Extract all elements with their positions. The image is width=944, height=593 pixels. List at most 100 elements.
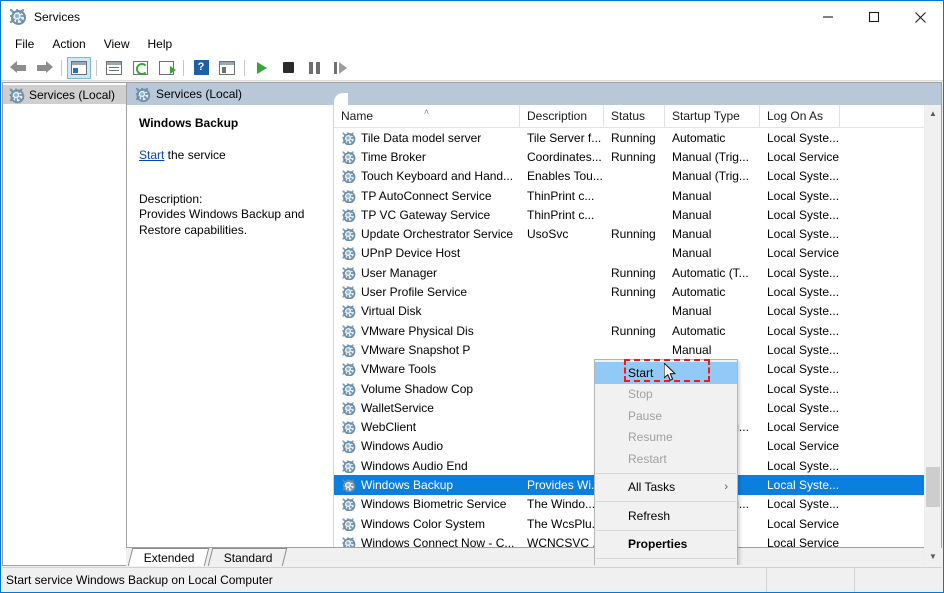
cell-startup: Manual (Trig... xyxy=(665,150,760,164)
column-header-description[interactable]: Description xyxy=(520,105,604,127)
table-row[interactable]: UPnP Device Host Manual Local Service xyxy=(334,244,941,263)
show-hide-console-tree-icon[interactable] xyxy=(67,56,91,79)
cell-text: The WcsPlu... xyxy=(527,516,602,531)
menu-item-resume: Resume xyxy=(595,427,737,449)
cell-logon: Local Service xyxy=(760,246,840,260)
cell-text: Local Syste... xyxy=(767,381,840,396)
column-header-name[interactable]: Name ˄ xyxy=(334,105,520,127)
menu-item-label: Stop xyxy=(628,387,653,402)
toolbar-separator xyxy=(183,59,184,76)
table-row[interactable]: Time Broker Coordinates... Running Manual (… xyxy=(334,147,941,166)
menu-item-pause: Pause xyxy=(595,405,737,427)
menu-item-all-tasks[interactable]: All Tasks › xyxy=(595,477,737,499)
cell-description: Provides Wi... xyxy=(520,478,604,492)
pause-service-icon[interactable] xyxy=(302,57,326,79)
table-row[interactable]: VMware Snapshot P Manual Local Syste... xyxy=(334,340,941,359)
cell-text: Local Service xyxy=(767,246,840,261)
table-row[interactable]: Virtual Disk Manual Local Syste... xyxy=(334,302,941,321)
cell-text: Volume Shadow Cop xyxy=(361,381,474,396)
cell-text: WebClient xyxy=(361,420,417,435)
scroll-down-button[interactable]: ▼ xyxy=(925,548,941,565)
cell-status: Running xyxy=(604,227,665,241)
menu-separator xyxy=(596,472,736,474)
tab-standard[interactable]: Standard xyxy=(207,548,287,566)
scroll-up-button[interactable]: ▲ xyxy=(925,105,941,122)
cell-name: Windows Color System xyxy=(334,517,520,531)
sort-ascending-icon: ˄ xyxy=(423,107,430,117)
export-list-icon[interactable] xyxy=(154,57,178,79)
table-row[interactable]: Update Orchestrator Service UsoSvc Running… xyxy=(334,224,941,243)
menu-item-refresh[interactable]: Refresh xyxy=(595,505,737,527)
toolbar-separator xyxy=(96,59,97,76)
table-row[interactable]: User Manager Running Automatic (T... Local … xyxy=(334,263,941,282)
back-arrow-icon[interactable] xyxy=(6,57,30,79)
menu-item-start[interactable]: Start xyxy=(595,359,737,384)
cell-name: Touch Keyboard and Hand... xyxy=(334,169,520,184)
cell-name: TP VC Gateway Service xyxy=(334,208,520,222)
service-gear-icon xyxy=(342,266,356,280)
cell-logon: Local Syste... xyxy=(760,324,840,338)
maximize-button[interactable] xyxy=(851,1,897,33)
cell-name: Tile Data model server xyxy=(334,131,520,145)
cell-status: Running xyxy=(604,324,665,338)
start-the-service-link[interactable]: Start xyxy=(139,148,164,162)
properties-window-icon[interactable] xyxy=(102,57,126,79)
cell-startup: Automatic (T... xyxy=(665,266,760,280)
menu-file[interactable]: File xyxy=(6,35,43,53)
menu-separator xyxy=(596,558,736,559)
cell-logon: Local Syste... xyxy=(760,208,840,222)
table-row[interactable]: Touch Keyboard and Hand... Enables Tou...… xyxy=(334,167,941,186)
table-row[interactable]: TP AutoConnect Service ThinPrint c... Manu… xyxy=(334,186,941,205)
column-header-label: Log On As xyxy=(767,109,824,123)
close-button[interactable] xyxy=(897,1,943,33)
service-gear-icon xyxy=(342,170,356,184)
column-header-log-on-as[interactable]: Log On As xyxy=(760,105,840,127)
tree-node-services-local[interactable]: Services (Local) xyxy=(3,85,126,104)
table-row[interactable]: User Profile Service Running Automatic Loca… xyxy=(334,282,941,301)
context-menu: Start Stop Pause Resume Restart All Tasks › Ref… xyxy=(594,359,738,565)
cell-startup: Automatic xyxy=(665,324,760,338)
column-header-label: Status xyxy=(611,109,646,123)
tab-extended[interactable]: Extended xyxy=(127,548,209,566)
menu-item-properties[interactable]: Properties xyxy=(595,534,737,556)
show-hide-action-pane-icon[interactable] xyxy=(215,57,239,79)
detail-description-text: Provides Windows Backup and Restore capa… xyxy=(139,207,305,238)
forward-arrow-icon[interactable] xyxy=(32,57,56,79)
scrollbar-thumb[interactable] xyxy=(926,467,940,507)
table-row[interactable]: TP VC Gateway Service ThinPrint c... Manua… xyxy=(334,205,941,224)
services-window: Services File Action View Help ? Service… xyxy=(0,0,944,593)
cell-text: User Manager xyxy=(361,265,438,280)
cell-text: Tile Server f... xyxy=(527,130,602,145)
cell-text: Windows Backup xyxy=(361,477,454,492)
menu-separator xyxy=(596,529,736,531)
service-gear-icon xyxy=(342,402,356,415)
menu-item-stop: Stop xyxy=(595,384,737,406)
table-row[interactable]: Tile Data model server Tile Server f... Ru… xyxy=(334,128,941,147)
start-service-icon[interactable] xyxy=(250,57,274,79)
table-row[interactable]: VMware Physical Dis Running Automatic Local… xyxy=(334,321,941,340)
cell-text: Running xyxy=(611,265,656,280)
cell-status: Running xyxy=(604,285,665,299)
cell-text: WalletService xyxy=(361,400,434,415)
cell-text: Local Syste... xyxy=(767,169,840,184)
cell-text: Local Syste... xyxy=(767,323,840,338)
cell-status: Running xyxy=(604,266,665,280)
menu-view[interactable]: View xyxy=(95,35,139,53)
minimize-button[interactable] xyxy=(805,1,851,33)
cell-startup: Manual (Trig... xyxy=(665,169,760,183)
cell-name: Windows Biometric Service xyxy=(334,497,520,512)
stop-service-icon[interactable] xyxy=(276,57,300,79)
cell-name: Windows Backup xyxy=(334,478,520,492)
menu-action[interactable]: Action xyxy=(43,35,94,53)
column-header-status[interactable]: Status xyxy=(604,105,665,127)
refresh-icon[interactable] xyxy=(128,57,152,79)
column-header-startup-type[interactable]: Startup Type xyxy=(665,105,760,127)
menu-help[interactable]: Help xyxy=(139,35,182,53)
help-icon[interactable]: ? xyxy=(189,57,213,79)
vertical-scrollbar[interactable]: ▲ ▼ xyxy=(924,105,941,565)
cell-text: TP VC Gateway Service xyxy=(361,207,491,222)
cell-startup: Automatic xyxy=(665,285,760,299)
services-gear-icon xyxy=(10,9,26,25)
cell-logon: Local Syste... xyxy=(760,169,840,183)
restart-service-icon[interactable] xyxy=(328,57,352,79)
